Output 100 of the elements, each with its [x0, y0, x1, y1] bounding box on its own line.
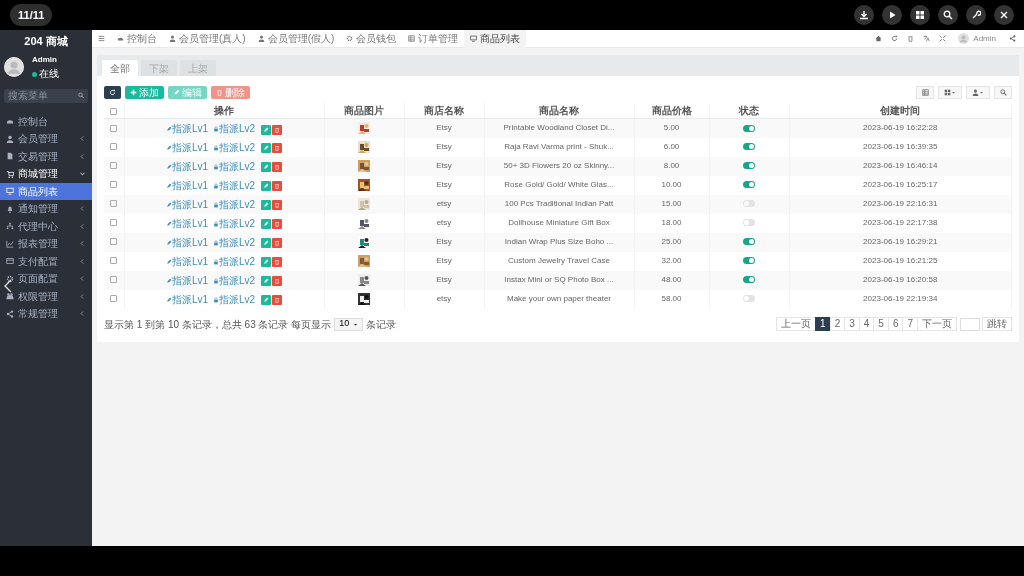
page-tab[interactable]: 会员管理(假人) [251, 29, 341, 48]
status-toggle[interactable] [743, 181, 755, 189]
menu-item[interactable]: 会员管理 [0, 130, 92, 148]
menu-item[interactable]: 商品列表 [0, 182, 92, 200]
page-tab[interactable]: 会员钱包 [340, 29, 403, 48]
assign-link[interactable]: 指派Lv2 [213, 255, 256, 267]
edit-button[interactable] [261, 276, 272, 287]
assign-link[interactable]: 指派Lv1 [165, 217, 208, 229]
edit-button[interactable] [261, 200, 272, 211]
delete-button[interactable] [272, 276, 283, 287]
translate-icon[interactable] [922, 35, 930, 42]
delete-button[interactable] [272, 219, 283, 230]
settings-icon[interactable] [1008, 35, 1016, 42]
page-size-dropdown[interactable]: 10 [334, 317, 364, 331]
status-toggle[interactable] [743, 276, 755, 284]
menu-item[interactable]: 商城管理 [0, 165, 92, 183]
assign-link[interactable]: 指派Lv1 [165, 160, 208, 172]
status-toggle[interactable] [743, 200, 755, 208]
grid-icon[interactable] [915, 10, 925, 20]
assign-link[interactable]: 指派Lv2 [213, 274, 256, 286]
assign-link[interactable]: 指派Lv2 [213, 217, 256, 229]
jump-button[interactable]: 跳转 [982, 317, 1012, 331]
row-checkbox[interactable] [110, 200, 118, 208]
assign-link[interactable]: 指派Lv2 [213, 236, 256, 248]
edit-button[interactable] [261, 162, 272, 173]
edit-button[interactable] [261, 143, 272, 154]
menu-item[interactable]: 权限管理 [0, 287, 92, 305]
page-link[interactable]: 3 [844, 317, 860, 331]
menu-icon[interactable] [98, 35, 105, 42]
export-button[interactable] [938, 86, 962, 99]
delete-button[interactable] [272, 295, 283, 306]
row-checkbox[interactable] [110, 238, 118, 246]
page-link[interactable]: 1 [815, 317, 831, 331]
filter-tab[interactable]: 全部 [102, 60, 138, 76]
delete-button[interactable] [272, 238, 283, 249]
assign-link[interactable]: 指派Lv1 [165, 122, 208, 134]
assign-link[interactable]: 指派Lv1 [165, 236, 208, 248]
edit-button[interactable] [261, 295, 272, 306]
status-toggle[interactable] [743, 143, 755, 151]
play-icon[interactable] [887, 10, 897, 20]
page-link[interactable]: 下一页 [917, 317, 957, 331]
row-checkbox[interactable] [110, 219, 118, 227]
assign-link[interactable]: 指派Lv1 [165, 179, 208, 191]
user-avatar[interactable] [958, 33, 970, 44]
assign-link[interactable]: 指派Lv2 [213, 293, 256, 305]
status-toggle[interactable] [743, 162, 755, 170]
menu-item[interactable]: 支付配置 [0, 252, 92, 270]
menu-item[interactable]: 通知管理 [0, 200, 92, 218]
edit-button[interactable] [261, 238, 272, 249]
close-icon[interactable] [999, 10, 1009, 20]
assign-link[interactable]: 指派Lv2 [213, 179, 256, 191]
assign-link[interactable]: 指派Lv1 [165, 274, 208, 286]
refresh-button[interactable] [104, 86, 121, 99]
edit-button[interactable] [261, 181, 272, 192]
menu-item[interactable]: 代理中心 [0, 217, 92, 235]
menu-item[interactable]: 控制台 [0, 112, 92, 130]
user-menu[interactable]: Admin [973, 32, 996, 45]
assign-link[interactable]: 指派Lv1 [165, 141, 208, 153]
delete-button[interactable] [272, 181, 283, 192]
menu-item[interactable]: 页面配置 [0, 270, 92, 288]
trash-icon[interactable] [906, 35, 914, 42]
refresh-icon[interactable] [890, 35, 898, 42]
select-all-checkbox[interactable] [110, 107, 118, 115]
status-toggle[interactable] [743, 238, 755, 246]
delete-button[interactable] [272, 257, 283, 268]
home-icon[interactable] [874, 35, 882, 42]
row-checkbox[interactable] [110, 124, 118, 132]
page-tab[interactable]: 会员管理(真人) [163, 29, 252, 48]
assign-link[interactable]: 指派Lv2 [213, 160, 256, 172]
assign-link[interactable]: 指派Lv1 [165, 255, 208, 267]
fullscreen-icon[interactable] [938, 35, 946, 42]
row-checkbox[interactable] [110, 143, 118, 151]
status-toggle[interactable] [743, 257, 755, 265]
status-toggle[interactable] [743, 295, 755, 303]
delete-button[interactable] [272, 162, 283, 173]
assign-link[interactable]: 指派Lv1 [165, 293, 208, 305]
page-tab[interactable]: 订单管理 [402, 29, 465, 48]
row-checkbox[interactable] [110, 257, 118, 265]
status-toggle[interactable] [743, 219, 755, 227]
edit-button[interactable] [261, 257, 272, 268]
previous-arrow-icon[interactable] [4, 278, 12, 294]
assign-link[interactable]: 指派Lv2 [213, 122, 256, 134]
delete-button[interactable] [272, 124, 283, 135]
page-tab[interactable]: 商品列表 [464, 29, 527, 48]
page-link[interactable]: 上一页 [776, 317, 817, 331]
status-toggle[interactable] [743, 124, 755, 132]
search-icon[interactable] [943, 10, 953, 20]
menu-item[interactable]: 交易管理 [0, 147, 92, 165]
search-field[interactable]: 搜索菜单 [4, 88, 88, 103]
search-button[interactable] [994, 86, 1012, 99]
filter-button[interactable] [966, 86, 990, 99]
page-jump-field[interactable] [960, 317, 980, 331]
assign-link[interactable]: 指派Lv2 [213, 198, 256, 210]
page-link[interactable]: 5 [873, 317, 889, 331]
menu-item[interactable]: 报表管理 [0, 235, 92, 253]
edit-button[interactable] [261, 219, 272, 230]
download-icon[interactable] [859, 10, 869, 20]
assign-link[interactable]: 指派Lv2 [213, 141, 256, 153]
page-tab[interactable]: 控制台 [111, 29, 163, 48]
row-checkbox[interactable] [110, 181, 118, 189]
